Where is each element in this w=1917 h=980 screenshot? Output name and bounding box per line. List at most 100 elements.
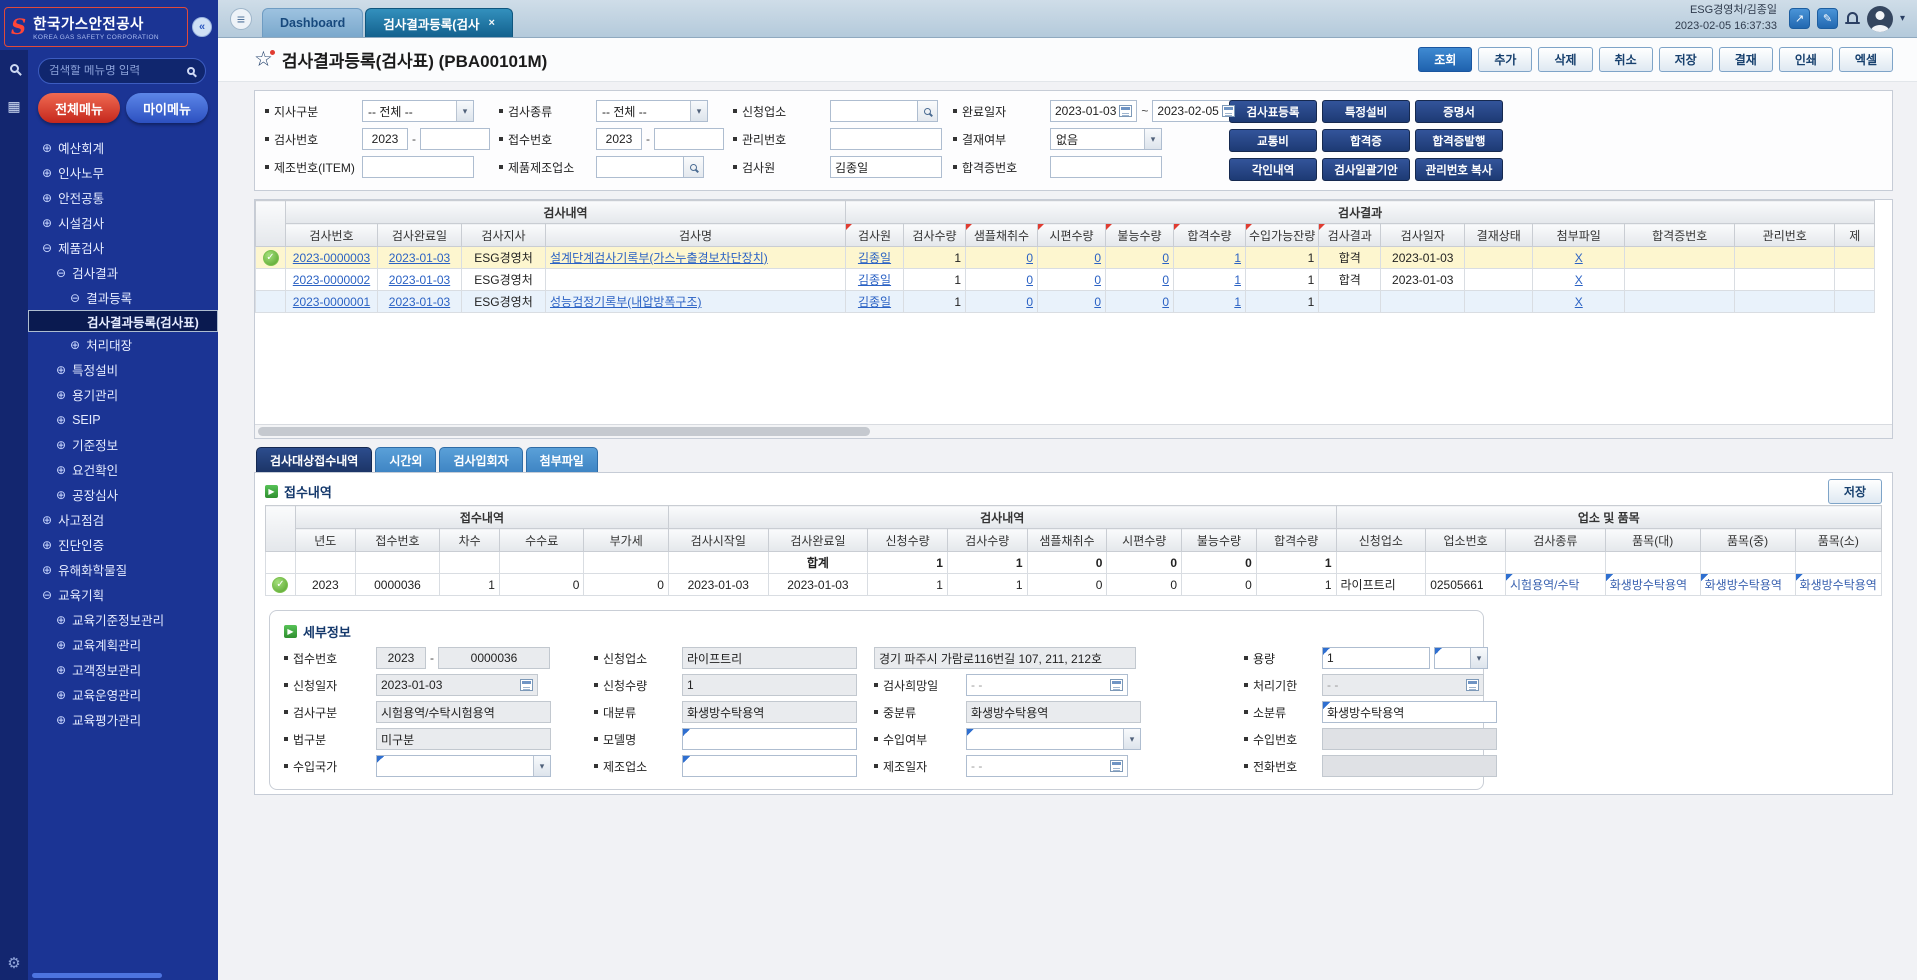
cell-link[interactable]: 설계단계검사기록부(가스누출경보차단장치) [550, 251, 768, 265]
expand-icon[interactable]: ⊕ [42, 514, 52, 526]
date-input[interactable]: - - [966, 755, 1128, 777]
text-input[interactable] [682, 755, 857, 777]
calendar-icon[interactable] [1222, 105, 1235, 117]
sidebar-item[interactable]: ⊕특정설비 [28, 357, 218, 382]
cell-link[interactable]: 0 [1094, 251, 1101, 265]
toolbar-button[interactable]: 저장 [1659, 47, 1713, 72]
toolbar-button[interactable]: 추가 [1478, 47, 1532, 72]
text-input[interactable] [1322, 647, 1430, 669]
collapse-icon[interactable]: ⊖ [42, 589, 52, 601]
chevron-down-icon[interactable]: ▾ [1900, 13, 1905, 24]
text-input[interactable] [654, 128, 724, 150]
text-input[interactable] [874, 647, 1136, 669]
cell-link[interactable]: 0 [1026, 295, 1033, 309]
text-input[interactable] [682, 701, 857, 723]
text-input[interactable] [830, 156, 942, 178]
expand-icon[interactable]: ⊕ [56, 414, 66, 426]
edit-icon[interactable]: ✎ [1817, 8, 1838, 29]
expand-icon[interactable]: ⊕ [56, 614, 66, 626]
navy-action-button[interactable]: 증명서 [1415, 100, 1503, 123]
collapse-icon[interactable]: ⊖ [42, 242, 52, 254]
sidebar-item[interactable]: 검사결과등록(검사표) [28, 310, 218, 332]
text-input[interactable] [682, 674, 857, 696]
cell-link[interactable]: 2023-0000001 [293, 295, 370, 309]
sidebar-collapse-icon[interactable]: « [192, 17, 212, 37]
window-tab[interactable]: Dashboard [262, 8, 363, 37]
expand-icon[interactable]: ⊕ [56, 689, 66, 701]
text-input[interactable] [362, 128, 408, 150]
cell-link[interactable]: 0 [1162, 273, 1169, 287]
table-row[interactable]: 2023-00000022023-01-03ESG경영처김종일100011합격2… [256, 269, 1875, 291]
table-row[interactable]: ✓2023-00000032023-01-03ESG경영처설계단계검사기록부(가… [256, 247, 1875, 269]
expand-icon[interactable]: ⊕ [42, 539, 52, 551]
window-tab[interactable]: 검사결과등록(검사× [365, 8, 513, 37]
dropdown[interactable]: -- 전체 --▾ [596, 100, 708, 122]
text-input[interactable] [1322, 701, 1497, 723]
my-menu-button[interactable]: 마이메뉴 [126, 93, 208, 123]
dropdown[interactable]: -- 전체 --▾ [362, 100, 474, 122]
expand-icon[interactable]: ⊕ [56, 639, 66, 651]
text-input[interactable] [830, 128, 942, 150]
sidebar-item[interactable]: ⊖제품검사 [28, 235, 218, 260]
cell-link[interactable]: 성능검정기록부(내압방폭구조) [550, 295, 702, 309]
text-input[interactable] [1322, 755, 1497, 777]
text-input[interactable] [682, 647, 857, 669]
settings-gear-icon[interactable]: ⚙ [7, 954, 20, 972]
cell-link[interactable]: 2023-01-03 [389, 295, 450, 309]
text-input[interactable] [966, 701, 1141, 723]
dropdown[interactable]: ▾ [966, 728, 1141, 750]
save-button[interactable]: 저장 [1828, 479, 1882, 504]
text-input[interactable] [596, 128, 642, 150]
cell-link[interactable]: 1 [1234, 295, 1241, 309]
navy-action-button[interactable]: 합격증발행 [1415, 129, 1503, 152]
sidebar-item[interactable]: ⊕인사노무 [28, 160, 218, 185]
expand-icon[interactable]: ⊕ [56, 439, 66, 451]
sidebar-item[interactable]: ⊖검사결과 [28, 260, 218, 285]
cell-link[interactable]: 2023-01-03 [389, 273, 450, 287]
date-input[interactable]: - - [966, 674, 1128, 696]
navy-action-button[interactable]: 관리번호 복사 [1415, 158, 1503, 181]
text-input[interactable] [438, 647, 550, 669]
collapse-icon[interactable]: ⊖ [70, 292, 80, 304]
sidebar-item[interactable]: ⊖교육기획 [28, 582, 218, 607]
expand-icon[interactable]: ⊕ [42, 142, 52, 154]
sidebar-item[interactable]: ⊕교육평가관리 [28, 707, 218, 732]
scrollbar-thumb[interactable] [258, 427, 870, 436]
cell-link[interactable]: 0 [1026, 273, 1033, 287]
sidebar-item[interactable]: ⊕안전공통 [28, 185, 218, 210]
calendar-icon[interactable] [1110, 679, 1123, 691]
cell-link[interactable]: 1 [1234, 273, 1241, 287]
search-icon[interactable] [684, 156, 704, 178]
detail-tab[interactable]: 검사대상접수내역 [256, 447, 372, 472]
row-select-cell[interactable]: ✓ [266, 574, 296, 596]
cell-link[interactable]: 0 [1162, 295, 1169, 309]
expand-icon[interactable]: ⊕ [42, 167, 52, 179]
toolbar-button[interactable]: 엑셀 [1839, 47, 1893, 72]
cell-link[interactable]: 0 [1026, 251, 1033, 265]
date-input[interactable]: 2023-01-03 [1050, 100, 1137, 122]
sidebar-item[interactable]: ⊕교육계획관리 [28, 632, 218, 657]
detail-tab[interactable]: 검사입회자 [439, 447, 522, 472]
table-row[interactable]: ✓202300000361002023-01-032023-01-0311000… [266, 574, 1882, 596]
expand-icon[interactable]: ⊕ [42, 192, 52, 204]
cell-link[interactable]: 김종일 [858, 273, 891, 287]
table-row[interactable]: 2023-00000012023-01-03ESG경영처성능검정기록부(내압방폭… [256, 291, 1875, 313]
text-input[interactable] [420, 128, 490, 150]
text-input[interactable] [376, 701, 551, 723]
calendar-icon[interactable] [1119, 105, 1132, 117]
navy-action-button[interactable]: 검사표등록 [1229, 100, 1317, 123]
cell-link[interactable]: X [1575, 251, 1583, 265]
rail-apps-icon[interactable]: ▦ [7, 99, 20, 113]
expand-icon[interactable]: ⊕ [56, 664, 66, 676]
sidebar-item[interactable]: ⊕고객정보관리 [28, 657, 218, 682]
navy-action-button[interactable]: 교통비 [1229, 129, 1317, 152]
navy-action-button[interactable]: 검사일괄기안 [1322, 158, 1410, 181]
sidebar-item[interactable]: ⊕교육운영관리 [28, 682, 218, 707]
dropdown[interactable]: 없음▾ [1050, 128, 1162, 150]
cell-link[interactable]: 2023-01-03 [389, 251, 450, 265]
expand-icon[interactable]: ⊕ [56, 464, 66, 476]
toolbar-button[interactable]: 취소 [1599, 47, 1653, 72]
text-input[interactable] [376, 647, 426, 669]
rail-search-icon[interactable] [10, 64, 19, 73]
cell-link[interactable]: 2023-0000003 [293, 251, 370, 265]
